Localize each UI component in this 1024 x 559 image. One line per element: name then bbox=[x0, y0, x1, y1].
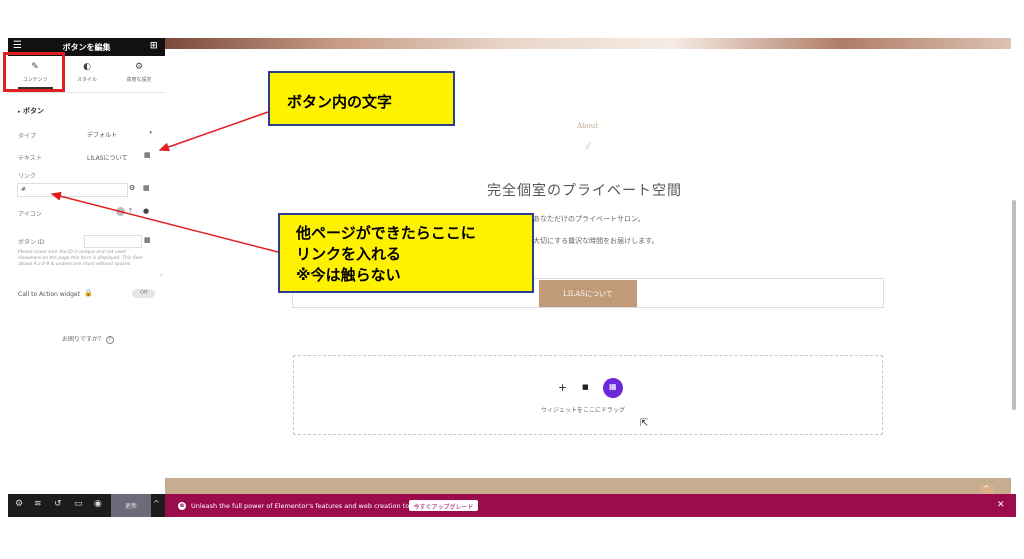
arrow-to-link-field bbox=[50, 191, 279, 253]
callout-link-note: 他ページができたらここに リンクを入れる ※今は触らない bbox=[278, 213, 534, 293]
callout-button-text: ボタン内の文字 bbox=[268, 71, 455, 126]
callout-button-text-label: ボタン内の文字 bbox=[287, 93, 393, 111]
callout-line-3: ※今は触らない bbox=[296, 266, 401, 284]
callout-line-1: 他ページができたらここに bbox=[296, 224, 476, 242]
callout-link-note-text: 他ページができたらここに リンクを入れる ※今は触らない bbox=[296, 223, 476, 286]
callout-line-2: リンクを入れる bbox=[296, 245, 402, 263]
arrow-to-text-field bbox=[158, 111, 269, 152]
